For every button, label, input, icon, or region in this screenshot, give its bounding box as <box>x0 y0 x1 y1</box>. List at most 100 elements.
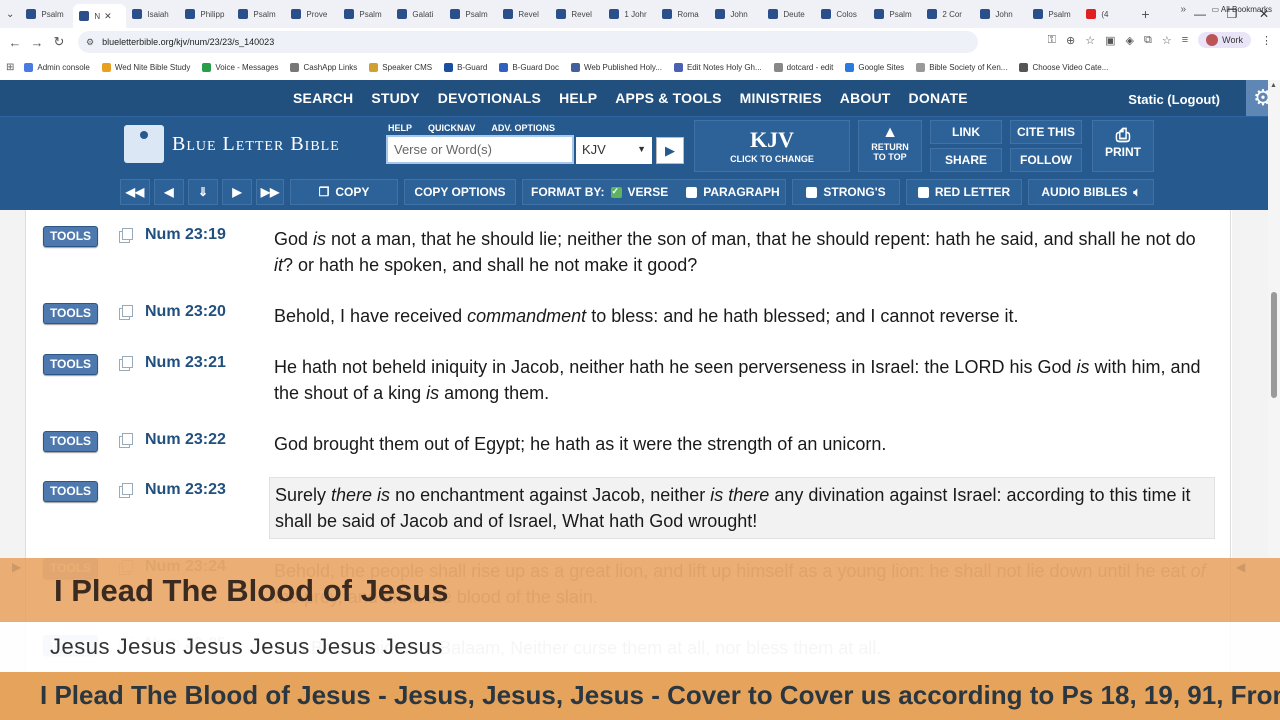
return-to-top-button[interactable]: ▲ RETURN TO TOP <box>858 120 922 172</box>
copy-verse-icon[interactable] <box>119 433 133 448</box>
bookmark-item[interactable]: Web Published Holy... <box>571 62 662 72</box>
browser-tab[interactable]: Revel <box>497 3 550 25</box>
nav-donate[interactable]: DONATE <box>909 90 968 106</box>
prev-chapter-button[interactable]: ◀ <box>154 179 184 205</box>
red-letter-toggle[interactable]: RED LETTER <box>906 179 1022 205</box>
user-logout[interactable]: Static (Logout) <box>1128 92 1220 107</box>
browser-tab[interactable]: John <box>974 3 1027 25</box>
browser-tab[interactable]: 2 Cor <box>921 3 974 25</box>
more-menu-icon[interactable]: ⋮ <box>1261 34 1272 47</box>
nav-search[interactable]: SEARCH <box>293 90 353 106</box>
browser-tab[interactable]: Psalm <box>338 3 391 25</box>
browser-tab[interactable]: Psalm <box>20 3 73 25</box>
bookmark-item[interactable]: B-Guard <box>444 62 487 72</box>
browser-tab[interactable]: Revel <box>550 3 603 25</box>
site-logo[interactable]: Blue Letter Bible <box>124 125 340 163</box>
verse-tools-button[interactable]: TOOLS <box>43 226 98 247</box>
verse-tools-button[interactable]: TOOLS <box>43 303 98 324</box>
new-tab-icon[interactable]: + <box>1141 6 1149 22</box>
strongs-toggle[interactable]: STRONG'S <box>792 179 900 205</box>
verse-reference[interactable]: Num 23:23 <box>145 481 226 499</box>
copy-verse-icon[interactable] <box>119 305 133 320</box>
copy-verse-icon[interactable] <box>119 356 133 371</box>
audio-bibles-button[interactable]: AUDIO BIBLES 🔈︎ <box>1028 179 1154 205</box>
browser-tab[interactable]: 1 Johr <box>603 3 656 25</box>
paragraph-checkbox[interactable] <box>686 186 698 198</box>
browser-tab[interactable]: Prove <box>285 3 338 25</box>
chapter-menu-button[interactable]: ⇓ <box>188 179 218 205</box>
close-tab-icon[interactable]: ✕ <box>104 11 112 22</box>
browser-tab[interactable]: Psalm <box>232 3 285 25</box>
zoom-icon[interactable]: ⊕ <box>1066 34 1075 47</box>
browser-tab[interactable]: Colos <box>815 3 868 25</box>
password-key-icon[interactable]: ⚿ <box>1048 34 1056 47</box>
verse-reference[interactable]: Num 23:20 <box>145 303 226 321</box>
print-button[interactable]: ⎙ PRINT <box>1092 120 1154 172</box>
bookmark-item[interactable]: Wed Nite Bible Study <box>101 62 190 72</box>
scroll-up-icon[interactable]: ▲ <box>1270 82 1277 89</box>
verse-tools-button[interactable]: TOOLS <box>43 431 98 452</box>
copy-button[interactable]: ❐ COPY <box>290 179 398 205</box>
verse-checkbox[interactable] <box>610 186 622 198</box>
share-button[interactable]: SHARE <box>930 148 1002 172</box>
nav-help[interactable]: HELP <box>559 90 597 106</box>
bookmark-item[interactable]: Google Sites <box>845 62 904 72</box>
browser-tab[interactable]: Roma <box>656 3 709 25</box>
verse-reference[interactable]: Num 23:22 <box>145 431 226 449</box>
copy-verse-icon[interactable] <box>119 228 133 243</box>
apps-grid-icon[interactable]: ⊞ <box>6 62 14 73</box>
browser-tab[interactable]: John <box>709 3 762 25</box>
search-input[interactable] <box>386 135 574 164</box>
browser-tab[interactable]: Deute <box>762 3 815 25</box>
quicknav-link[interactable]: QUICKNAV <box>428 123 475 133</box>
site-info-icon[interactable]: ⚙ <box>86 37 94 48</box>
bookmark-item[interactable]: CashApp Links <box>290 62 357 72</box>
bookmark-item[interactable]: Admin console <box>24 62 90 72</box>
tab-search-icon[interactable]: ⌄ <box>6 9 14 20</box>
follow-button[interactable]: FOLLOW <box>1010 148 1082 172</box>
verse-tools-button[interactable]: TOOLS <box>43 481 98 502</box>
browser-tab[interactable]: Psalm <box>444 3 497 25</box>
link-button[interactable]: LINK <box>930 120 1002 144</box>
nav-devotionals[interactable]: DEVOTIONALS <box>438 90 541 106</box>
more-bookmarks-icon[interactable]: » <box>1180 4 1186 15</box>
nav-about[interactable]: ABOUT <box>840 90 891 106</box>
nav-ministries[interactable]: MINISTRIES <box>740 90 822 106</box>
next-chapter-button[interactable]: ▶ <box>222 179 252 205</box>
last-chapter-button[interactable]: ▶▶ <box>256 179 284 205</box>
profile-button[interactable]: Work <box>1198 32 1251 48</box>
copy-verse-icon[interactable] <box>119 483 133 498</box>
first-chapter-button[interactable]: ◀◀ <box>120 179 150 205</box>
bookmark-item[interactable]: B-Guard Doc <box>499 62 559 72</box>
version-select[interactable]: KJV ▼ <box>576 137 652 164</box>
search-go-button[interactable]: ▶ <box>656 137 684 164</box>
browser-tab[interactable]: N ✕ <box>73 4 127 28</box>
translate-icon[interactable]: ▣ <box>1105 34 1115 47</box>
bookmark-item[interactable]: Voice - Messages <box>202 62 278 72</box>
adv-options-link[interactable]: ADV. OPTIONS <box>491 123 555 133</box>
verse-reference[interactable]: Num 23:19 <box>145 226 226 244</box>
menu-icon[interactable]: ≡ <box>1182 34 1188 46</box>
forward-icon[interactable]: → <box>26 35 48 50</box>
browser-tab[interactable]: Philipp <box>179 3 232 25</box>
browser-tab[interactable]: (4 <box>1080 3 1133 25</box>
bookmark-item[interactable]: Bible Society of Ken... <box>916 62 1007 72</box>
extensions-icon[interactable]: ⧉ <box>1144 34 1152 47</box>
bookmark-item[interactable]: dotcard - edit <box>773 62 833 72</box>
browser-tab[interactable]: Psalm <box>868 3 921 25</box>
bookmark-item[interactable]: Edit Notes Holy Gh... <box>673 62 762 72</box>
nav-apps-tools[interactable]: APPS & TOOLS <box>615 90 721 106</box>
bookmark-item[interactable]: Speaker CMS <box>369 62 432 72</box>
reload-icon[interactable]: ↻ <box>48 34 70 50</box>
help-link[interactable]: HELP <box>388 123 412 133</box>
nav-study[interactable]: STUDY <box>371 90 419 106</box>
address-bar[interactable]: ⚙ blueletterbible.org/kjv/num/23/23/s_14… <box>78 31 978 53</box>
bookmark-item[interactable]: Choose Video Cate... <box>1019 62 1108 72</box>
favorites-icon[interactable]: ☆ <box>1162 34 1172 47</box>
browser-tab[interactable]: Galati <box>391 3 444 25</box>
extension-icon[interactable]: ◈ <box>1126 34 1134 47</box>
bookmark-star-icon[interactable]: ☆ <box>1085 34 1095 47</box>
all-bookmarks-link[interactable]: ▭ All Bookmarks <box>1212 5 1272 14</box>
browser-tab[interactable]: Psalm <box>1027 3 1080 25</box>
version-change-button[interactable]: KJV CLICK TO CHANGE <box>694 120 850 172</box>
